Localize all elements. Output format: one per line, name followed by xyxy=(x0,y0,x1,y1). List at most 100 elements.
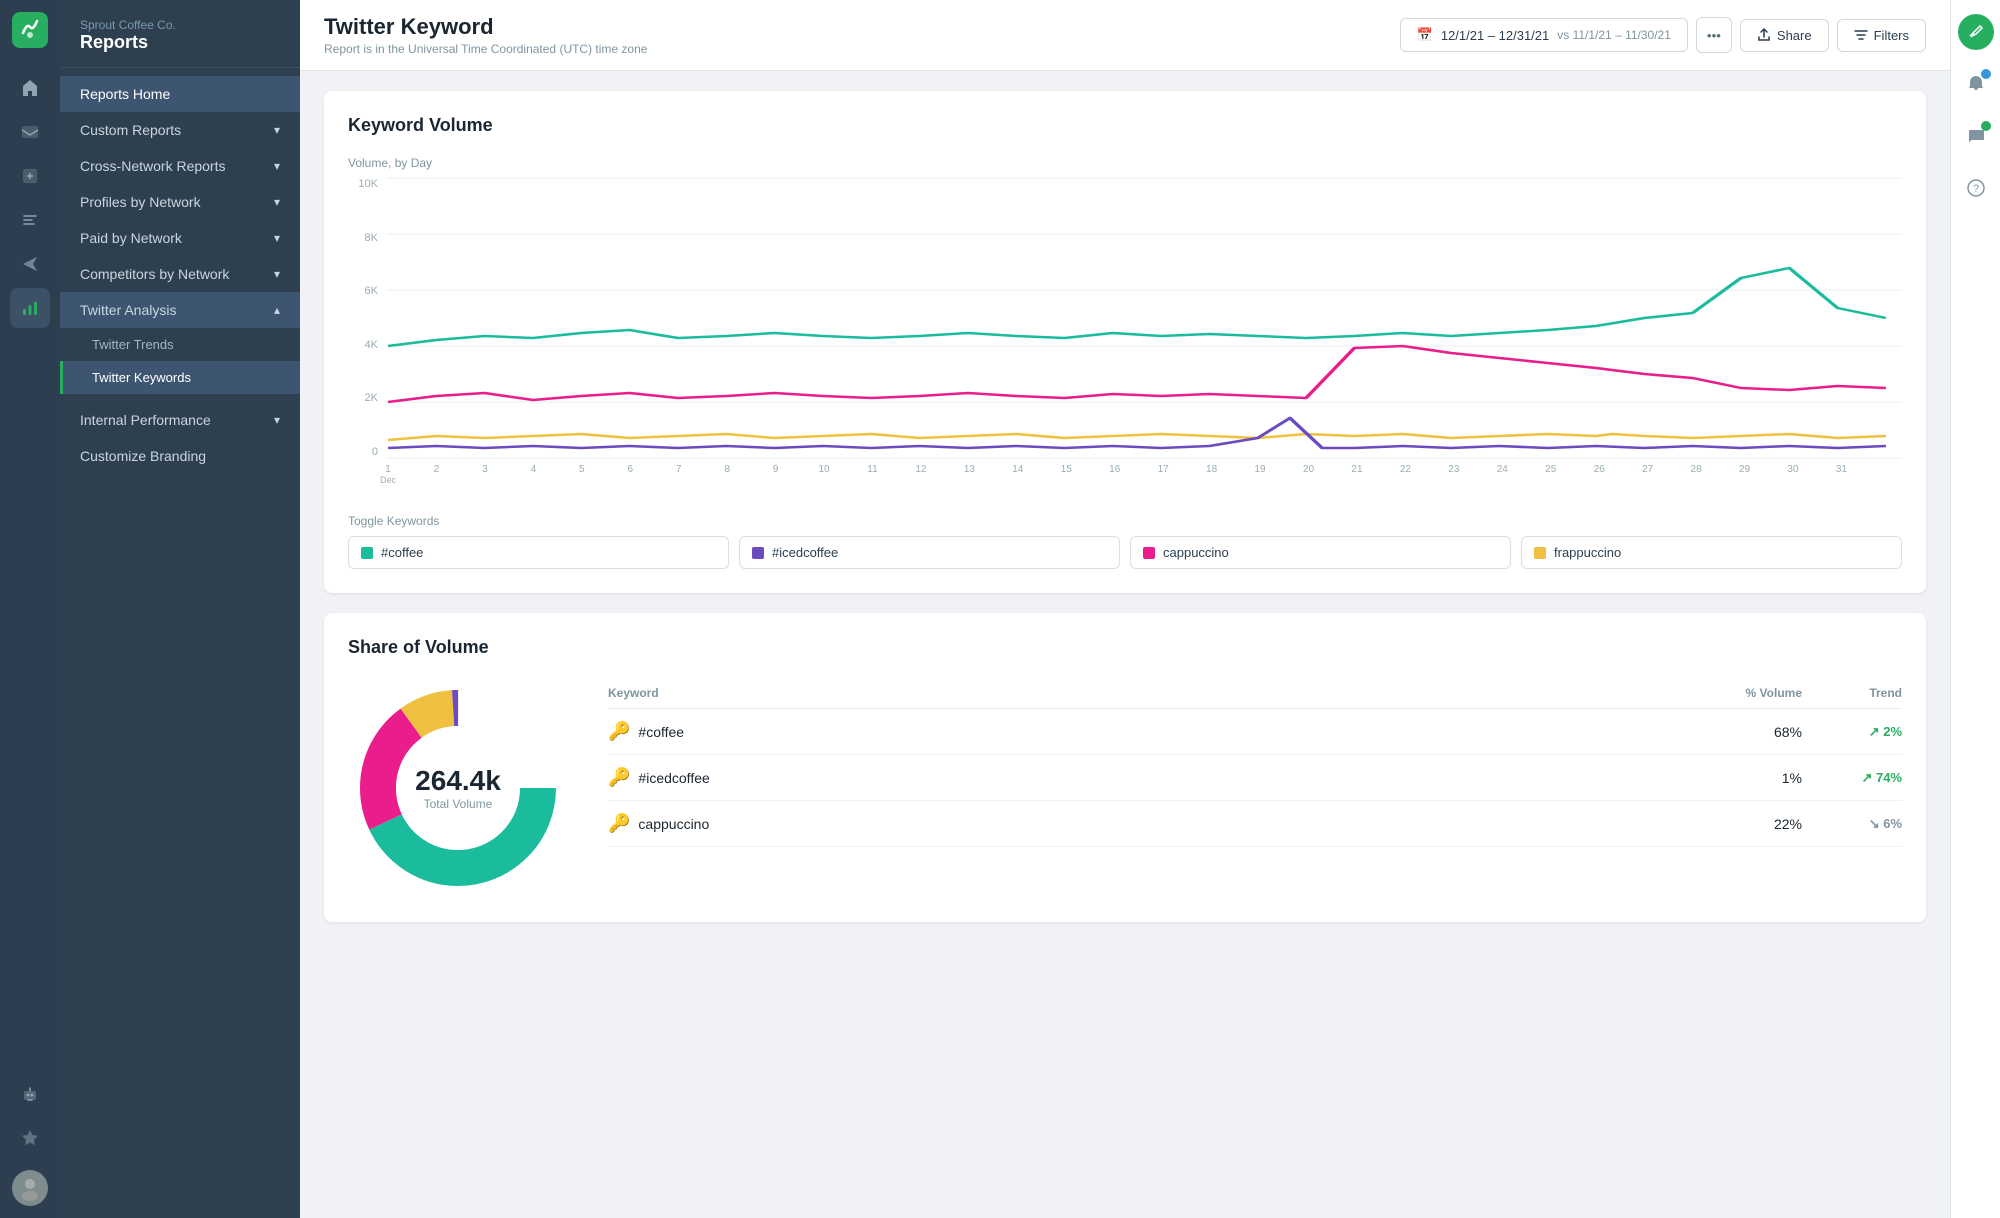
icedcoffee-key-icon: 🔑 xyxy=(608,767,630,788)
x-tick-4: 4 xyxy=(531,464,537,475)
keyword-toggle-icedcoffee[interactable]: #icedcoffee xyxy=(739,536,1120,569)
sidebar-item-profiles-by-network[interactable]: Profiles by Network ▾ xyxy=(60,184,300,220)
coffee-trend: ↗ 2% xyxy=(1822,724,1902,740)
page-subtitle: Report is in the Universal Time Coordina… xyxy=(324,42,647,56)
help-icon[interactable]: ? xyxy=(1958,170,1994,206)
x-tick-9: 9 xyxy=(773,464,779,475)
chevron-icon: ▾ xyxy=(274,267,280,281)
keyword-volume-card: Keyword Volume Volume, by Day 10K 8K 6K … xyxy=(324,91,1926,593)
icedcoffee-volume-pct: 1% xyxy=(1702,770,1822,786)
rail-icon-home[interactable] xyxy=(10,68,50,108)
y-label-4k: 4K xyxy=(365,339,378,351)
frappuccino-color-dot xyxy=(1534,547,1546,559)
filters-button[interactable]: Filters xyxy=(1837,19,1926,52)
more-options-button[interactable]: ••• xyxy=(1696,17,1732,53)
sidebar-subitem-twitter-keywords[interactable]: Twitter Keywords xyxy=(60,361,300,394)
coffee-color-dot xyxy=(361,547,373,559)
date-range-value: 12/1/21 – 12/31/21 xyxy=(1441,28,1549,43)
keyword-toggles: #coffee #icedcoffee cappuccino frappucci… xyxy=(348,536,1902,569)
sidebar-item-custom-reports[interactable]: Custom Reports ▾ xyxy=(60,112,300,148)
rail-icon-send[interactable] xyxy=(10,244,50,284)
notifications-icon[interactable] xyxy=(1958,66,1994,102)
x-tick-24: 24 xyxy=(1497,464,1508,475)
app-name: Reports xyxy=(80,32,280,53)
logo xyxy=(12,12,48,48)
icedcoffee-label: #icedcoffee xyxy=(772,545,838,560)
sidebar-nav: Reports Home Custom Reports ▾ Cross-Netw… xyxy=(60,68,300,482)
icedcoffee-trend: ↗ 74% xyxy=(1822,770,1902,786)
sidebar-item-internal-performance[interactable]: Internal Performance ▾ xyxy=(60,402,300,438)
toggle-keywords-section: Toggle Keywords #coffee #icedcoffee capp… xyxy=(348,514,1902,569)
cappuccino-volume-pct: 22% xyxy=(1702,816,1822,832)
page-header: Twitter Keyword Report is in the Univers… xyxy=(300,0,1950,71)
chevron-icon: ▾ xyxy=(274,159,280,173)
icon-rail xyxy=(0,0,60,1218)
line-chart: 10K 8K 6K 4K 2K 0 xyxy=(348,178,1902,498)
chart-svg-container xyxy=(388,178,1902,458)
compose-button[interactable] xyxy=(1958,14,1994,50)
compare-range: vs 11/1/21 – 11/30/21 xyxy=(1557,28,1671,42)
filters-icon xyxy=(1854,28,1868,42)
x-tick-7: 7 xyxy=(676,464,682,475)
keyword-toggle-coffee[interactable]: #coffee xyxy=(348,536,729,569)
rail-icon-publish[interactable] xyxy=(10,156,50,196)
x-tick-6: 6 xyxy=(627,464,633,475)
rail-icon-analytics[interactable] xyxy=(10,288,50,328)
x-tick-1: 1Dec xyxy=(380,464,396,486)
sidebar-item-paid-by-network[interactable]: Paid by Network ▾ xyxy=(60,220,300,256)
page-title: Twitter Keyword xyxy=(324,14,647,40)
sidebar-item-cross-network[interactable]: Cross-Network Reports ▾ xyxy=(60,148,300,184)
keyword-name-coffee: 🔑 #coffee xyxy=(608,721,1702,742)
cappuccino-key-icon: 🔑 xyxy=(608,813,630,834)
frappuccino-line xyxy=(388,434,1886,440)
header-actions: 📅 12/1/21 – 12/31/21 vs 11/1/21 – 11/30/… xyxy=(1400,17,1926,53)
coffee-line xyxy=(388,268,1886,346)
col-keyword: Keyword xyxy=(608,686,1702,700)
total-volume-value: 264.4k xyxy=(415,765,501,797)
donut-chart: 264.4k Total Volume xyxy=(348,678,568,898)
x-tick-10: 10 xyxy=(818,464,829,475)
x-tick-22: 22 xyxy=(1400,464,1411,475)
x-tick-5: 5 xyxy=(579,464,585,475)
rail-icon-tasks[interactable] xyxy=(10,200,50,240)
y-axis: 10K 8K 6K 4K 2K 0 xyxy=(348,178,384,458)
rail-icon-bot[interactable] xyxy=(10,1074,50,1114)
chevron-icon: ▾ xyxy=(274,195,280,209)
table-row: 🔑 cappuccino 22% ↘ 6% xyxy=(608,801,1902,847)
x-tick-14: 14 xyxy=(1012,464,1023,475)
chat-icon[interactable] xyxy=(1958,118,1994,154)
sidebar-item-customize-branding[interactable]: Customize Branding xyxy=(60,438,300,474)
icedcoffee-line xyxy=(388,418,1886,448)
x-axis: 1Dec 2 3 4 5 6 7 8 9 10 11 12 13 14 15 1… xyxy=(388,458,1902,498)
coffee-key-icon: 🔑 xyxy=(608,721,630,742)
sidebar-subitem-twitter-trends[interactable]: Twitter Trends xyxy=(60,328,300,361)
table-row: 🔑 #coffee 68% ↗ 2% xyxy=(608,709,1902,755)
share-button[interactable]: Share xyxy=(1740,19,1829,52)
share-icon xyxy=(1757,28,1771,42)
chart-svg xyxy=(388,178,1902,458)
sidebar-item-competitors-by-network[interactable]: Competitors by Network ▾ xyxy=(60,256,300,292)
x-tick-17: 17 xyxy=(1158,464,1169,475)
chevron-up-icon: ▴ xyxy=(274,303,280,317)
rail-icon-inbox[interactable] xyxy=(10,112,50,152)
x-tick-8: 8 xyxy=(724,464,730,475)
sidebar-item-reports-home[interactable]: Reports Home xyxy=(60,76,300,112)
col-trend: Trend xyxy=(1822,686,1902,700)
y-label-6k: 6K xyxy=(365,285,378,297)
y-label-0: 0 xyxy=(372,446,378,458)
keyword-toggle-cappuccino[interactable]: cappuccino xyxy=(1130,536,1511,569)
keyword-volume-title: Keyword Volume xyxy=(348,115,1902,136)
question-icon: ? xyxy=(1966,178,1986,198)
notification-badge xyxy=(1981,69,1991,79)
user-avatar[interactable] xyxy=(12,1170,48,1206)
x-tick-21: 21 xyxy=(1351,464,1362,475)
date-range-button[interactable]: 📅 12/1/21 – 12/31/21 vs 11/1/21 – 11/30/… xyxy=(1400,18,1688,52)
x-tick-13: 13 xyxy=(964,464,975,475)
keyword-toggle-frappuccino[interactable]: frappuccino xyxy=(1521,536,1902,569)
y-label-10k: 10K xyxy=(358,178,378,190)
rail-icon-star[interactable] xyxy=(10,1118,50,1158)
chevron-icon: ▾ xyxy=(274,123,280,137)
sidebar-item-twitter-analysis[interactable]: Twitter Analysis ▴ xyxy=(60,292,300,328)
x-tick-26: 26 xyxy=(1594,464,1605,475)
cappuccino-line xyxy=(388,346,1886,402)
